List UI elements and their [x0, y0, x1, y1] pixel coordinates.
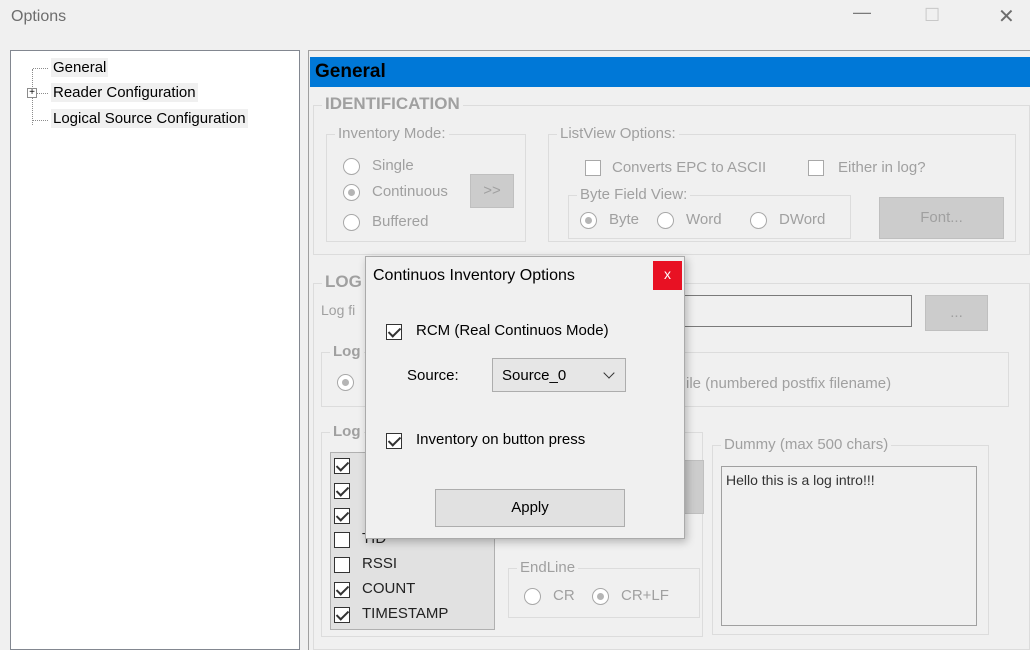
radio-dword[interactable] [750, 212, 767, 229]
radio-buffered-label: Buffered [372, 213, 429, 230]
tree-item-logical-source-configuration[interactable]: Logical Source Configuration [51, 109, 248, 128]
converts-epc-checkbox[interactable] [585, 160, 601, 176]
tree-item-general[interactable]: General [51, 58, 109, 77]
continuous-inventory-dialog: Continuos Inventory Options x RCM (Real … [365, 256, 685, 539]
radio-log-mode[interactable] [337, 374, 354, 391]
log-file-input[interactable] [680, 295, 912, 327]
rcm-label: RCM (Real Continuos Mode) [416, 322, 609, 339]
apply-button[interactable]: Apply [435, 489, 625, 527]
log-field-label-rssi: RSSI [362, 555, 398, 572]
radio-dword-label: DWord [779, 211, 826, 228]
page-title: General [310, 57, 1030, 87]
maximize-icon[interactable]: ☐ [924, 5, 940, 26]
tree-connector [33, 68, 48, 69]
radio-buffered[interactable] [343, 214, 360, 231]
converts-epc-label: Converts EPC to ASCII [612, 159, 767, 176]
close-icon: x [664, 266, 671, 282]
minimize-icon[interactable]: — [853, 2, 871, 23]
options-tree[interactable]: + General Reader Configuration Logical S… [10, 50, 300, 650]
log-field-checkbox[interactable] [334, 508, 350, 524]
tree-connector [33, 120, 48, 121]
radio-cr-label: CR [553, 587, 575, 604]
log-field-label-timestamp: TIMESTAMP [362, 605, 449, 622]
tree-item-reader-configuration[interactable]: Reader Configuration [51, 83, 198, 102]
either-in-log-label: Either in log? [838, 159, 926, 176]
log-field-checkbox[interactable] [334, 458, 350, 474]
either-in-log-checkbox[interactable] [808, 160, 824, 176]
log-mode-option-label: ile (numbered postfix filename) [686, 375, 892, 392]
inventory-on-button-label: Inventory on button press [416, 431, 586, 448]
log-field-checkbox-rssi[interactable] [334, 557, 350, 573]
radio-byte[interactable] [580, 212, 597, 229]
rcm-checkbox[interactable] [386, 324, 402, 340]
log-file-label: Log fi [321, 302, 356, 318]
log-field-checkbox-count[interactable] [334, 582, 350, 598]
radio-word-label: Word [686, 211, 722, 228]
dummy-textarea[interactable]: Hello this is a log intro!!! [721, 466, 977, 626]
tree-connector [37, 93, 48, 94]
source-select[interactable]: Source_0 [492, 358, 626, 392]
dialog-close-button[interactable]: x [653, 261, 682, 290]
radio-crlf-label: CR+LF [621, 587, 669, 604]
browse-button[interactable]: ... [925, 295, 988, 331]
expand-icon[interactable]: + [27, 88, 37, 98]
log-field-checkbox-tid[interactable] [334, 532, 350, 548]
radio-continuous[interactable] [343, 184, 360, 201]
dialog-title: Continuos Inventory Options [373, 267, 575, 284]
radio-single-label: Single [372, 157, 414, 174]
radio-cr[interactable] [524, 588, 541, 605]
font-button[interactable]: Font... [879, 197, 1004, 239]
radio-single[interactable] [343, 158, 360, 175]
chevron-down-icon [603, 367, 615, 379]
radio-continuous-label: Continuous [372, 183, 448, 200]
radio-byte-label: Byte [609, 211, 640, 228]
source-label: Source: [407, 367, 459, 384]
radio-word[interactable] [657, 212, 674, 229]
continuous-options-button[interactable]: >> [470, 174, 514, 208]
log-field-label-count: COUNT [362, 580, 416, 597]
close-icon[interactable]: ✕ [998, 4, 1015, 29]
window-title: Options [11, 8, 67, 25]
log-field-checkbox[interactable] [334, 483, 350, 499]
radio-crlf[interactable] [592, 588, 609, 605]
log-field-checkbox-timestamp[interactable] [334, 607, 350, 623]
inventory-on-button-checkbox[interactable] [386, 433, 402, 449]
